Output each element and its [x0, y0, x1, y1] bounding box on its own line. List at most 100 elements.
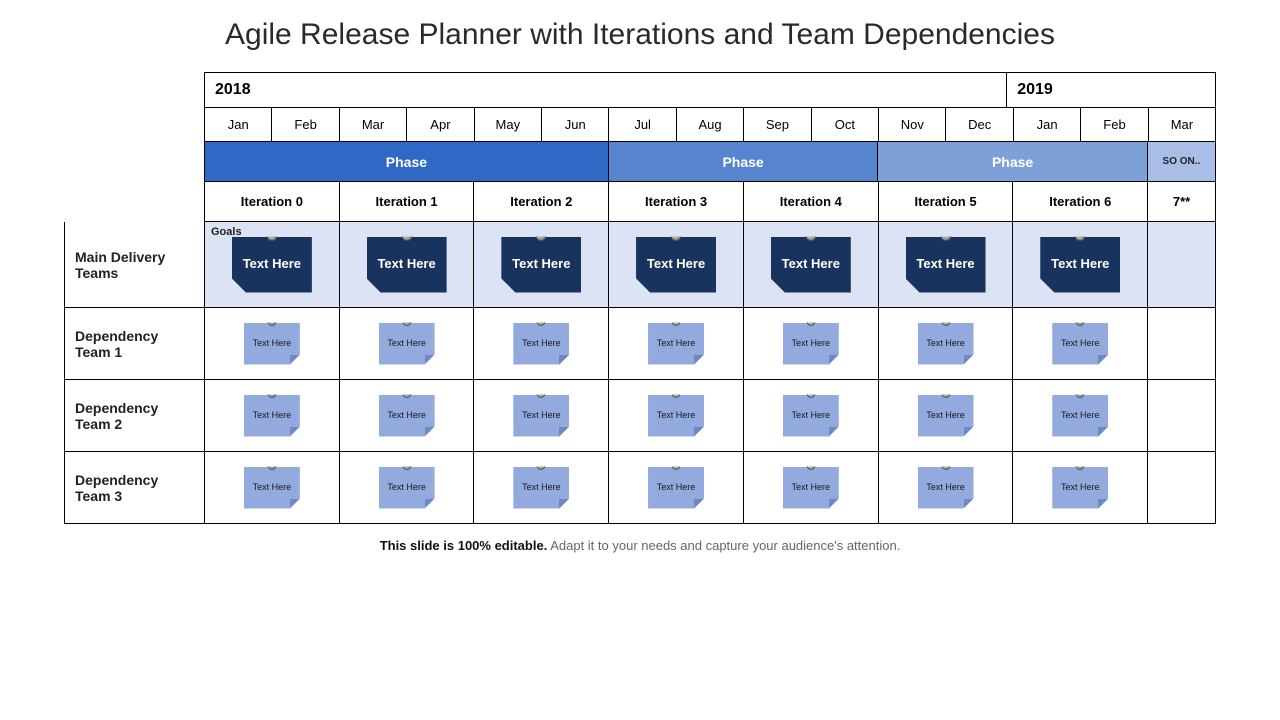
month-cell: Nov — [879, 108, 946, 142]
dep-slot: Text Here — [474, 308, 609, 380]
dep-note[interactable]: Text Here — [379, 467, 435, 509]
dep-note[interactable]: Text Here — [918, 395, 974, 437]
dep-slot: Text Here — [744, 380, 879, 452]
page-title: Agile Release Planner with Iterations an… — [0, 18, 1280, 52]
iteration-cell: Iteration 6 — [1013, 182, 1148, 222]
phase-block-1: Phase — [204, 142, 609, 182]
dep-note[interactable]: Text Here — [513, 395, 569, 437]
dep-slot: Text Here — [744, 308, 879, 380]
dep-note[interactable]: Text Here — [648, 395, 704, 437]
dep-slot: Text Here — [204, 380, 340, 452]
dependency-row-3: Dependency Team 3 Text Here Text Here Te… — [64, 452, 1216, 524]
goal-note[interactable]: Text Here — [501, 237, 581, 293]
phase-continuation: SO ON.. — [1148, 142, 1216, 182]
goal-note[interactable]: Text Here — [636, 237, 716, 293]
dep-slot-empty — [1148, 380, 1216, 452]
goal-slot-empty — [1148, 222, 1215, 307]
row-label-dep1: Dependency Team 1 — [64, 308, 204, 380]
dep-slot: Text Here — [340, 380, 475, 452]
month-cell: Apr — [407, 108, 474, 142]
dep-note[interactable]: Text Here — [918, 323, 974, 365]
dep-slot: Text Here — [204, 308, 340, 380]
month-cell: Aug — [677, 108, 744, 142]
month-cell: Jan — [204, 108, 272, 142]
dep-slot: Text Here — [609, 380, 744, 452]
goal-note[interactable]: Text Here — [771, 237, 851, 293]
dep-slot: Text Here — [1013, 452, 1148, 524]
footer-bold: This slide is 100% editable. — [380, 538, 548, 553]
month-cell: Jun — [542, 108, 609, 142]
month-cell: May — [475, 108, 542, 142]
goal-slot: Text Here — [1013, 222, 1148, 307]
iteration-cell: Iteration 3 — [609, 182, 744, 222]
dep-note[interactable]: Text Here — [513, 323, 569, 365]
row-label-dep3: Dependency Team 3 — [64, 452, 204, 524]
dep-note[interactable]: Text Here — [244, 323, 300, 365]
month-cell: Jul — [609, 108, 676, 142]
dep-note[interactable]: Text Here — [648, 323, 704, 365]
dep-slot: Text Here — [609, 452, 744, 524]
dep-note[interactable]: Text Here — [783, 395, 839, 437]
dep-note[interactable]: Text Here — [379, 323, 435, 365]
month-cell: Mar — [1149, 108, 1216, 142]
dep-note[interactable]: Text Here — [379, 395, 435, 437]
main-delivery-row: Main Delivery Teams Goals Text Here Text… — [64, 222, 1216, 308]
dep-note[interactable]: Text Here — [648, 467, 704, 509]
dep-note[interactable]: Text Here — [1052, 467, 1108, 509]
dep-note[interactable]: Text Here — [783, 467, 839, 509]
goal-note[interactable]: Text Here — [1040, 237, 1120, 293]
year-row: 2018 2019 — [64, 72, 1216, 108]
dep-note[interactable]: Text Here — [1052, 395, 1108, 437]
iteration-cell: Iteration 2 — [474, 182, 609, 222]
dep-slot: Text Here — [609, 308, 744, 380]
dep-note[interactable]: Text Here — [1052, 323, 1108, 365]
year-2019: 2019 — [1007, 72, 1216, 108]
dep-note[interactable]: Text Here — [513, 467, 569, 509]
iteration-cell: 7** — [1148, 182, 1216, 222]
goal-note[interactable]: Text Here — [367, 237, 447, 293]
phase-block-3: Phase — [878, 142, 1148, 182]
dep-note[interactable]: Text Here — [244, 395, 300, 437]
goal-slot: Text Here — [474, 222, 609, 307]
dep-slot: Text Here — [340, 452, 475, 524]
month-cell: Jan — [1014, 108, 1081, 142]
dep-note[interactable]: Text Here — [244, 467, 300, 509]
iteration-cell: Iteration 0 — [204, 182, 340, 222]
iteration-cell: Iteration 5 — [879, 182, 1014, 222]
footer-rest: Adapt it to your needs and capture your … — [547, 538, 900, 553]
month-cell: Feb — [1081, 108, 1148, 142]
goal-note[interactable]: Text Here — [906, 237, 986, 293]
month-cell: Sep — [744, 108, 811, 142]
goal-slot: Text Here — [744, 222, 879, 307]
dep-slot: Text Here — [340, 308, 475, 380]
month-cell: Dec — [946, 108, 1013, 142]
dep-slot: Text Here — [744, 452, 879, 524]
month-row: Jan Feb Mar Apr May Jun Jul Aug Sep Oct … — [64, 108, 1216, 142]
row-label-main: Main Delivery Teams — [64, 222, 204, 308]
phase-row: Phase Phase Phase SO ON.. — [64, 142, 1216, 182]
dep-note[interactable]: Text Here — [783, 323, 839, 365]
goal-note[interactable]: Text Here — [232, 237, 312, 293]
footer-note: This slide is 100% editable. Adapt it to… — [0, 538, 1280, 553]
dep-slot-empty — [1148, 308, 1216, 380]
dep-slot: Text Here — [474, 452, 609, 524]
month-cell: Mar — [340, 108, 407, 142]
month-cell: Oct — [812, 108, 879, 142]
goal-slot: Text Here — [609, 222, 744, 307]
row-label-dep2: Dependency Team 2 — [64, 380, 204, 452]
planner-grid: 2018 2019 Jan Feb Mar Apr May Jun Jul Au… — [64, 72, 1216, 524]
iteration-cell: Iteration 4 — [744, 182, 879, 222]
dependency-row-1: Dependency Team 1 Text Here Text Here Te… — [64, 308, 1216, 380]
phase-block-2: Phase — [609, 142, 879, 182]
dep-note[interactable]: Text Here — [918, 467, 974, 509]
dep-slot: Text Here — [879, 452, 1014, 524]
dependency-row-2: Dependency Team 2 Text Here Text Here Te… — [64, 380, 1216, 452]
dep-slot: Text Here — [1013, 380, 1148, 452]
iteration-row: Iteration 0 Iteration 1 Iteration 2 Iter… — [64, 182, 1216, 222]
dep-slot: Text Here — [1013, 308, 1148, 380]
dep-slot: Text Here — [204, 452, 340, 524]
dep-slot-empty — [1148, 452, 1216, 524]
dep-slot: Text Here — [879, 380, 1014, 452]
dep-slot: Text Here — [879, 308, 1014, 380]
year-2018: 2018 — [204, 72, 1007, 108]
